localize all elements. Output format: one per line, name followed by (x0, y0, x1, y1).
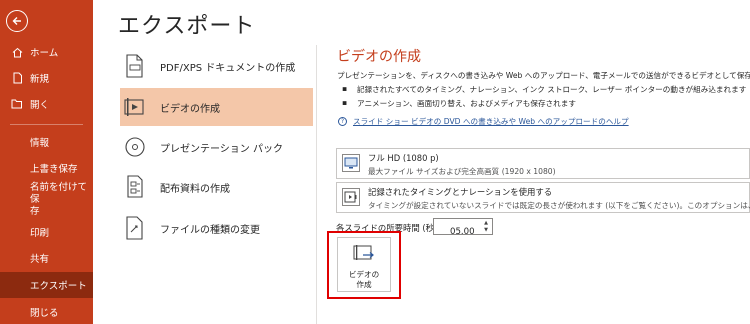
timing-narration-dropdown[interactable]: 記録されたタイミングとナレーションを使用する タイミングが設定されていないスライ… (336, 182, 750, 213)
dropdown-title: 記録されたタイミングとナレーションを使用する (368, 187, 553, 197)
backstage-sidebar: ホーム 新規 開く 情報 上書き保存 名前を付けて保 存 印刷 共有 エクスポー… (0, 0, 93, 324)
dropdown-title: フル HD (1080 p) (368, 153, 439, 163)
page-title: エクスポート (118, 14, 256, 39)
back-button[interactable] (6, 10, 28, 32)
sidebar-item-label: 共有 (30, 254, 50, 265)
bullet-text: 記録されたすべてのタイミング、ナレーション、インク ストローク、レーザー ポイン… (357, 85, 747, 94)
sidebar-item-home[interactable]: ホーム (0, 44, 93, 60)
sidebar-item-close[interactable]: 閉じる (0, 304, 93, 320)
video-icon (122, 94, 148, 120)
duration-input[interactable] (434, 224, 480, 240)
export-option-label: 配布資料の作成 (160, 183, 230, 195)
sidebar-item-new[interactable]: 新規 (0, 70, 93, 86)
highlight-box: ビデオの 作成 (327, 231, 401, 299)
change-file-type-icon (122, 215, 148, 241)
open-folder-icon (10, 97, 24, 111)
sidebar-item-label: 情報 (30, 138, 50, 149)
export-option-pdf-xps[interactable]: PDF/XPS ドキュメントの作成 (120, 47, 313, 85)
sidebar-item-save[interactable]: 上書き保存 (0, 160, 93, 176)
sidebar-item-label: 上書き保存 (30, 164, 78, 175)
home-icon (10, 45, 24, 59)
bullet-item: アニメーション、画面切り替え、およびメディアも保存されます (342, 98, 576, 109)
handouts-icon (122, 174, 148, 200)
sidebar-item-label: 開く (30, 100, 50, 111)
sidebar-item-print[interactable]: 印刷 (0, 224, 93, 240)
bullet-item: 記録されたすべてのタイミング、ナレーション、インク ストローク、レーザー ポイン… (342, 84, 747, 95)
create-video-label: ビデオの 作成 (348, 270, 380, 289)
cd-package-icon (122, 134, 148, 160)
export-option-label: PDF/XPS ドキュメントの作成 (160, 62, 296, 74)
timing-narration-icon (342, 188, 360, 206)
sidebar-divider (10, 124, 83, 125)
sidebar-item-label: 印刷 (30, 228, 50, 239)
sidebar-item-export[interactable]: エクスポート (0, 272, 93, 298)
help-link[interactable]: ? スライド ショー ビデオの DVD への書き込みや Web へのアップロード… (338, 116, 629, 127)
export-option-change-file-type[interactable]: ファイルの種類の変更 (120, 209, 313, 247)
back-arrow-icon (12, 17, 21, 25)
video-icon (353, 244, 375, 268)
sidebar-item-label: 閉じる (30, 308, 59, 319)
new-document-icon (10, 71, 24, 85)
monitor-icon (342, 154, 360, 172)
sidebar-item-info[interactable]: 情報 (0, 134, 93, 150)
sidebar-item-label: 名前を付けて保 存 (30, 182, 88, 217)
create-video-button[interactable]: ビデオの 作成 (337, 237, 391, 292)
export-option-package-presentation[interactable]: プレゼンテーション パック (120, 128, 313, 166)
export-option-create-video[interactable]: ビデオの作成 (120, 88, 313, 126)
sidebar-item-open[interactable]: 開く (0, 96, 93, 112)
spin-buttons[interactable]: ▲ ▼ (482, 220, 490, 234)
video-quality-dropdown[interactable]: フル HD (1080 p) 最大ファイル サイズおよび完全高画質 (1920 … (336, 148, 750, 179)
duration-stepper[interactable]: ▲▼ (433, 218, 493, 240)
sidebar-item-label: 新規 (30, 74, 50, 85)
export-option-label: プレゼンテーション パック (160, 143, 283, 155)
section-description: プレゼンテーションを、ディスクへの書き込みや Web へのアップロード、電子メー… (337, 71, 750, 80)
export-option-create-handouts[interactable]: 配布資料の作成 (120, 168, 313, 206)
bullet-text: アニメーション、画面切り替え、およびメディアも保存されます (357, 99, 576, 108)
sidebar-item-label: ホーム (30, 48, 59, 59)
sidebar-item-save-as[interactable]: 名前を付けて保 存 (0, 182, 93, 217)
sidebar-item-share[interactable]: 共有 (0, 250, 93, 266)
dropdown-subtitle: 最大ファイル サイズおよび完全高画質 (1920 x 1080) (368, 167, 556, 176)
column-divider (316, 45, 317, 324)
dropdown-subtitle: タイミングが設定されていないスライドでは既定の長さが使われます (以下をご覧くだ… (368, 201, 750, 210)
help-link-text: スライド ショー ビデオの DVD への書き込みや Web へのアップロードのヘ… (353, 117, 629, 126)
sidebar-item-label: エクスポート (30, 281, 87, 292)
pdf-document-icon (122, 53, 148, 79)
export-option-label: ファイルの種類の変更 (160, 224, 260, 236)
help-icon: ? (338, 117, 347, 126)
section-title: ビデオの作成 (337, 49, 421, 65)
export-option-label: ビデオの作成 (160, 103, 220, 115)
